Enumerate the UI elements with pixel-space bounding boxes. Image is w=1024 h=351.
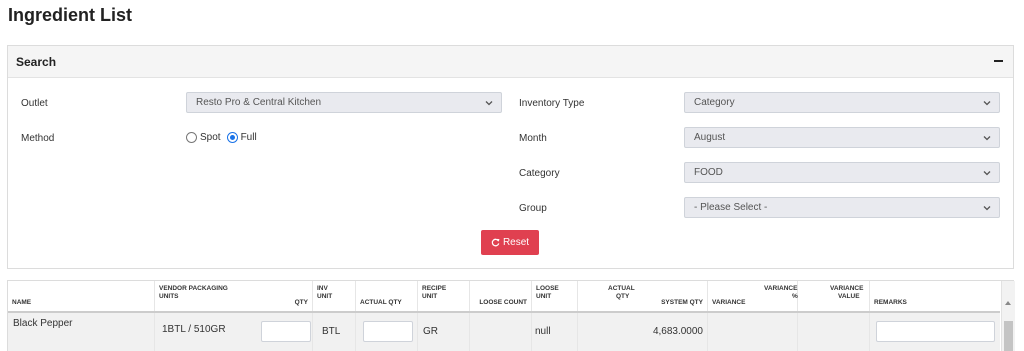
col-header-actual-qty: ACTUAL QTY — [356, 281, 418, 311]
col-header-variance-value: VARIANCE VALUE — [798, 281, 870, 311]
col-header-variance: VARIANCE — [712, 299, 746, 306]
col-header-inv-unit: INV UNIT — [313, 281, 356, 311]
search-panel-title: Search — [16, 55, 57, 69]
col-header-system-qty: SYSTEM QTY — [661, 299, 703, 306]
category-label: Category — [519, 168, 560, 179]
table-row: Black Pepper 1BTL / 510GR BTL GR null 4,… — [8, 313, 1000, 351]
outlet-select-value: Resto Pro & Central Kitchen — [196, 97, 322, 108]
chevron-down-icon — [983, 171, 991, 176]
group-label: Group — [519, 203, 547, 214]
col-header-actual-qty-2: ACTUAL QTY SYSTEM QTY — [578, 281, 708, 311]
qty-input[interactable] — [261, 321, 311, 342]
col-header-loose-unit: LOOSE UNIT — [532, 281, 578, 311]
refresh-icon — [491, 238, 500, 247]
cell-loose-count — [470, 313, 532, 351]
search-panel-header[interactable]: Search — [8, 46, 1013, 78]
ingredient-table: NAME VENDOR PACKAGING UNITS QTY INV UNIT… — [7, 280, 1015, 351]
cell-name: Black Pepper — [8, 313, 155, 351]
cell-loose-unit: null — [532, 313, 578, 351]
method-radio-spot-label[interactable]: Spot — [200, 132, 221, 143]
month-select-value: August — [694, 132, 726, 143]
method-radio-full[interactable] — [226, 132, 238, 143]
method-radio-spot[interactable] — [186, 132, 197, 143]
col-header-vendor-packaging: VENDOR PACKAGING UNITS QTY — [155, 281, 313, 311]
table-scrollbar[interactable] — [1001, 281, 1015, 351]
method-radio-group: Spot Full — [186, 132, 263, 143]
cell-system-qty: 4,683.0000 — [578, 313, 708, 351]
method-radio-full-label[interactable]: Full — [241, 132, 257, 143]
outlet-label: Outlet — [21, 98, 48, 109]
col-header-remarks: REMARKS — [874, 299, 907, 306]
inventory-type-label: Inventory Type — [519, 98, 585, 109]
method-label: Method — [21, 133, 55, 144]
col-header-recipe-unit: RECIPE UNIT — [418, 281, 470, 311]
remarks-input[interactable] — [876, 321, 995, 342]
scroll-up-arrow-icon[interactable] — [1005, 301, 1011, 305]
page-title: Ingredient List — [8, 5, 133, 25]
outlet-select[interactable]: Resto Pro & Central Kitchen — [186, 92, 502, 113]
inventory-type-select[interactable]: Category — [684, 92, 1000, 113]
category-select[interactable]: FOOD — [684, 162, 1000, 183]
cell-variance — [708, 313, 798, 351]
col-header-loose-count: LOOSE COUNT — [470, 281, 532, 311]
group-select[interactable]: - Please Select - — [684, 197, 1000, 218]
month-label: Month — [519, 133, 547, 144]
cell-vendor-packaging: 1BTL / 510GR — [155, 313, 313, 351]
cell-recipe-unit: GR — [418, 313, 470, 351]
cell-remarks — [870, 313, 1000, 351]
cell-variance-value — [798, 313, 870, 351]
col-header-name: NAME — [8, 281, 155, 311]
chevron-down-icon — [983, 206, 991, 211]
chevron-down-icon — [983, 136, 991, 141]
group-select-value: - Please Select - — [694, 202, 768, 213]
col-header-variance-pct: VARIANCE VARIANCE % — [708, 281, 798, 311]
chevron-down-icon — [485, 101, 493, 106]
inventory-type-select-value: Category — [694, 97, 735, 108]
reset-button-label: Reset — [502, 237, 530, 248]
cell-inv-unit: BTL — [313, 313, 356, 351]
month-select[interactable]: August — [684, 127, 1000, 148]
cell-actual-qty — [356, 313, 418, 351]
chevron-down-icon — [983, 101, 991, 106]
collapse-icon[interactable] — [994, 60, 1003, 62]
category-select-value: FOOD — [694, 167, 723, 178]
scroll-thumb[interactable] — [1004, 321, 1013, 351]
actual-qty-input[interactable] — [363, 321, 413, 342]
col-header-qty: QTY — [294, 299, 308, 306]
reset-button[interactable]: Reset — [481, 230, 539, 255]
